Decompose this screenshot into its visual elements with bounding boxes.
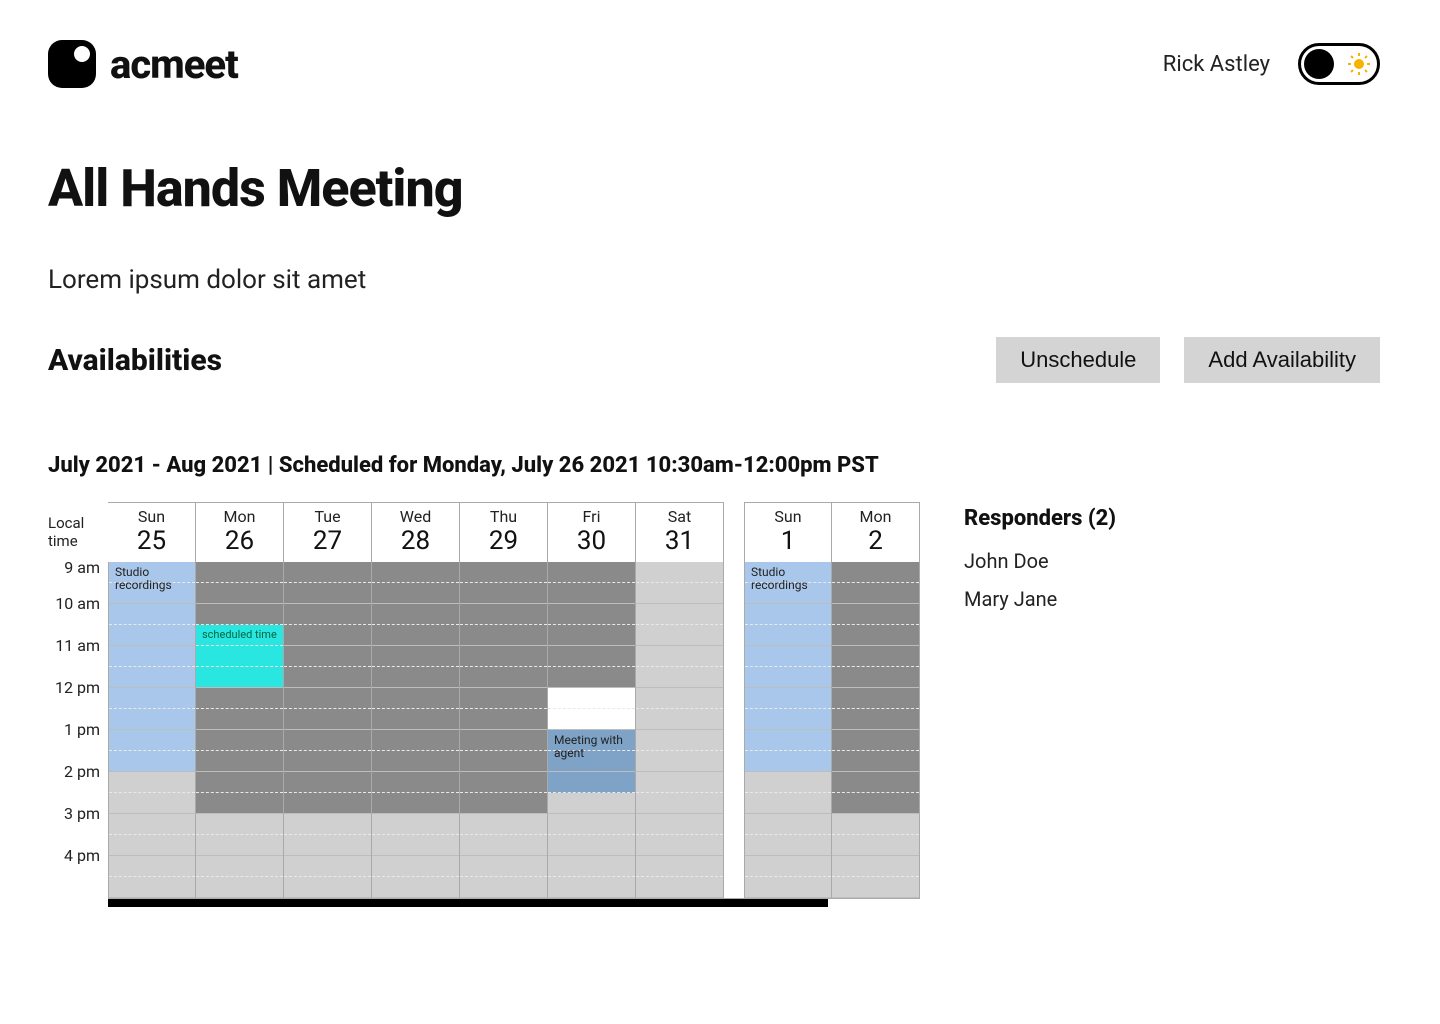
day-column[interactable]	[832, 562, 920, 898]
add-availability-button[interactable]: Add Availability	[1184, 337, 1380, 383]
time-label: 11 am	[48, 636, 108, 678]
responder-item[interactable]: John Doe	[964, 549, 1116, 573]
time-column-header: Local time	[48, 502, 108, 562]
username[interactable]: Rick Astley	[1163, 52, 1270, 77]
page-title: All Hands Meeting	[48, 158, 1380, 219]
day-column[interactable]: Studio recordings	[108, 562, 196, 898]
day-header[interactable]: Wed28	[372, 502, 460, 562]
day-header[interactable]: Sat31	[636, 502, 724, 562]
day-column[interactable]	[460, 562, 548, 898]
day-header[interactable]: Sun25	[108, 502, 196, 562]
page-subtitle: Lorem ipsum dolor sit amet	[48, 265, 1380, 295]
responders-title: Responders (2)	[964, 506, 1116, 531]
day-header[interactable]: Fri30	[548, 502, 636, 562]
sun-icon	[1347, 52, 1371, 76]
day-header[interactable]: Tue27	[284, 502, 372, 562]
day-header[interactable]: Mon2	[832, 502, 920, 562]
brand-name: acmeet	[110, 41, 238, 88]
day-column[interactable]: scheduled time	[196, 562, 284, 898]
time-label: 1 pm	[48, 720, 108, 762]
logo-icon	[48, 40, 96, 88]
time-label: 4 pm	[48, 846, 108, 888]
day-header[interactable]: Thu29	[460, 502, 548, 562]
time-label: 3 pm	[48, 804, 108, 846]
day-column[interactable]: Meeting with agent	[548, 562, 636, 898]
horizontal-scrollbar[interactable]	[108, 899, 828, 907]
time-label: 12 pm	[48, 678, 108, 720]
day-column[interactable]: Studio recordings	[744, 562, 832, 898]
brand[interactable]: acmeet	[48, 40, 238, 88]
responder-item[interactable]: Mary Jane	[964, 587, 1116, 611]
schedule-summary: July 2021 - Aug 2021 | Scheduled for Mon…	[48, 453, 1380, 478]
day-header[interactable]: Sun1	[744, 502, 832, 562]
availability-grid[interactable]: Local time Sun25 Mon26 Tue27 Wed28 Thu29…	[48, 502, 920, 907]
unschedule-button[interactable]: Unschedule	[996, 337, 1160, 383]
section-title: Availabilities	[48, 343, 222, 378]
moon-icon	[1304, 49, 1334, 79]
day-column[interactable]	[372, 562, 460, 898]
day-header[interactable]: Mon26	[196, 502, 284, 562]
time-label: 10 am	[48, 594, 108, 636]
day-column[interactable]	[284, 562, 372, 898]
theme-toggle[interactable]	[1298, 43, 1380, 85]
time-label: 2 pm	[48, 762, 108, 804]
day-column[interactable]	[636, 562, 724, 898]
